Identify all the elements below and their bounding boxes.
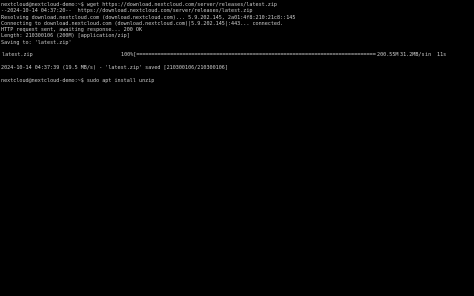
progress-in-label: in <box>425 52 432 59</box>
progress-size: 200.55M <box>377 52 399 59</box>
progress-rate: 31.2MB/s <box>400 52 425 59</box>
progress-file-name: latest.zip <box>2 52 33 59</box>
terminal-window[interactable]: nextcloud@nextcloud-demo:~$ wget https:/… <box>0 0 474 296</box>
progress-bar: 100%[===================================… <box>121 52 376 59</box>
download-progress-line: latest.zip 100%[========================… <box>1 52 474 58</box>
progress-time: 11s <box>437 52 447 59</box>
terminal-line-command-apt: nextcloud@nextcloud-demo:~$ sudo apt ins… <box>1 77 155 84</box>
